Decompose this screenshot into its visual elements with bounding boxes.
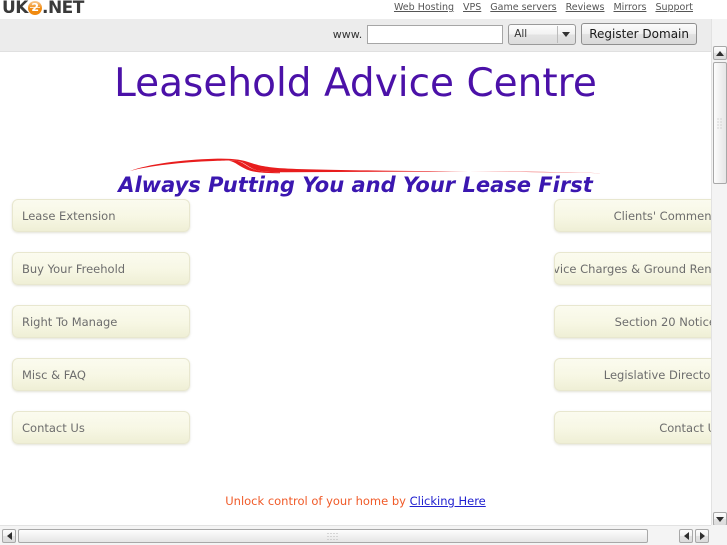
menu-item-legislative-directory[interactable]: Legislative Directory: [554, 358, 711, 391]
logo-text-post: .NET: [41, 0, 84, 18]
domain-search-input[interactable]: [367, 24, 504, 44]
menu-item-lease-extension[interactable]: Lease Extension: [12, 199, 190, 232]
www-prefix-label: www.: [332, 27, 363, 41]
tld-select-value: All: [514, 28, 528, 40]
domain-search-form: www. All Register Domain: [333, 23, 697, 45]
menu-item-buy-your-freehold[interactable]: Buy Your Freehold: [12, 252, 190, 285]
menu-sections: Lease Extension Buy Your Freehold Right …: [0, 199, 711, 444]
nav-link-web-hosting[interactable]: Web Hosting: [394, 2, 454, 13]
left-menu-column: Lease Extension Buy Your Freehold Right …: [12, 199, 190, 464]
scrollbar-grip-icon: [326, 532, 340, 540]
scroll-right-button[interactable]: [695, 529, 709, 543]
menu-item-clients-comments[interactable]: Clients' Comments: [554, 199, 711, 232]
browser-window: UK 2 .NET Web Hosting VPS Game servers Rev…: [0, 0, 727, 545]
triangle-down-icon: [716, 516, 724, 522]
nav-link-reviews[interactable]: Reviews: [566, 2, 605, 13]
chevron-down-icon: [562, 32, 571, 37]
footer-callout: Unlock control of your home by Clicking …: [0, 494, 711, 508]
triangle-right-icon: [699, 532, 705, 540]
menu-item-right-to-manage[interactable]: Right To Manage: [12, 305, 190, 338]
vertical-scrollbar[interactable]: [711, 19, 727, 526]
page-content: Leasehold Advice Centre Always Putting Y…: [0, 53, 711, 525]
menu-item-contact-us-right[interactable]: Contact Us: [554, 411, 711, 444]
uk2-net-logo[interactable]: UK 2 .NET: [2, 0, 84, 18]
scroll-left-button-secondary[interactable]: [679, 529, 693, 543]
top-navigation: Web Hosting VPS Game servers Reviews Mir…: [394, 2, 693, 13]
logo-globe-icon: 2: [27, 1, 42, 15]
triangle-up-icon: [716, 50, 724, 56]
nav-link-game-servers[interactable]: Game servers: [490, 2, 556, 13]
horizontal-scrollbar-thumb[interactable]: [18, 529, 648, 543]
footer-callout-text: Unlock control of your home by: [225, 494, 410, 508]
nav-link-vps[interactable]: VPS: [463, 2, 481, 13]
footer-callout-link[interactable]: Clicking Here: [410, 494, 486, 508]
logo-text-pre: UK: [2, 0, 28, 18]
menu-item-service-charges[interactable]: Service Charges & Ground Rents: [554, 252, 711, 285]
triangle-left-icon: [6, 532, 12, 540]
register-domain-button[interactable]: Register Domain: [581, 23, 697, 45]
tld-select[interactable]: All: [508, 23, 577, 45]
nav-link-support[interactable]: Support: [655, 2, 693, 13]
right-menu-column: Clients' Comments Service Charges & Grou…: [554, 199, 711, 464]
scroll-left-button[interactable]: [2, 529, 16, 543]
horizontal-scrollbar[interactable]: [0, 525, 711, 545]
scroll-down-button[interactable]: [713, 512, 727, 526]
site-header-bar: UK 2 .NET Web Hosting VPS Game servers Rev…: [0, 0, 711, 19]
page-subtitle: Always Putting You and Your Lease First: [118, 173, 593, 197]
scrollbar-grip-icon: [716, 117, 724, 129]
vertical-scrollbar-thumb[interactable]: [713, 62, 727, 184]
triangle-left-icon: [683, 532, 689, 540]
menu-item-misc-and-faq[interactable]: Misc & FAQ: [12, 358, 190, 391]
nav-link-mirrors[interactable]: Mirrors: [613, 2, 646, 13]
menu-item-section-20-notices[interactable]: Section 20 Notices: [554, 305, 711, 338]
tld-select-divider: [557, 25, 559, 43]
domain-search-bar: www. All Register Domain: [0, 19, 711, 52]
scroll-up-button[interactable]: [713, 46, 727, 60]
page-title: Leasehold Advice Centre: [114, 61, 597, 106]
menu-item-contact-us-left[interactable]: Contact Us: [12, 411, 190, 444]
hero-section: Leasehold Advice Centre Always Putting Y…: [0, 53, 711, 199]
scrollbar-corner: [711, 525, 727, 545]
